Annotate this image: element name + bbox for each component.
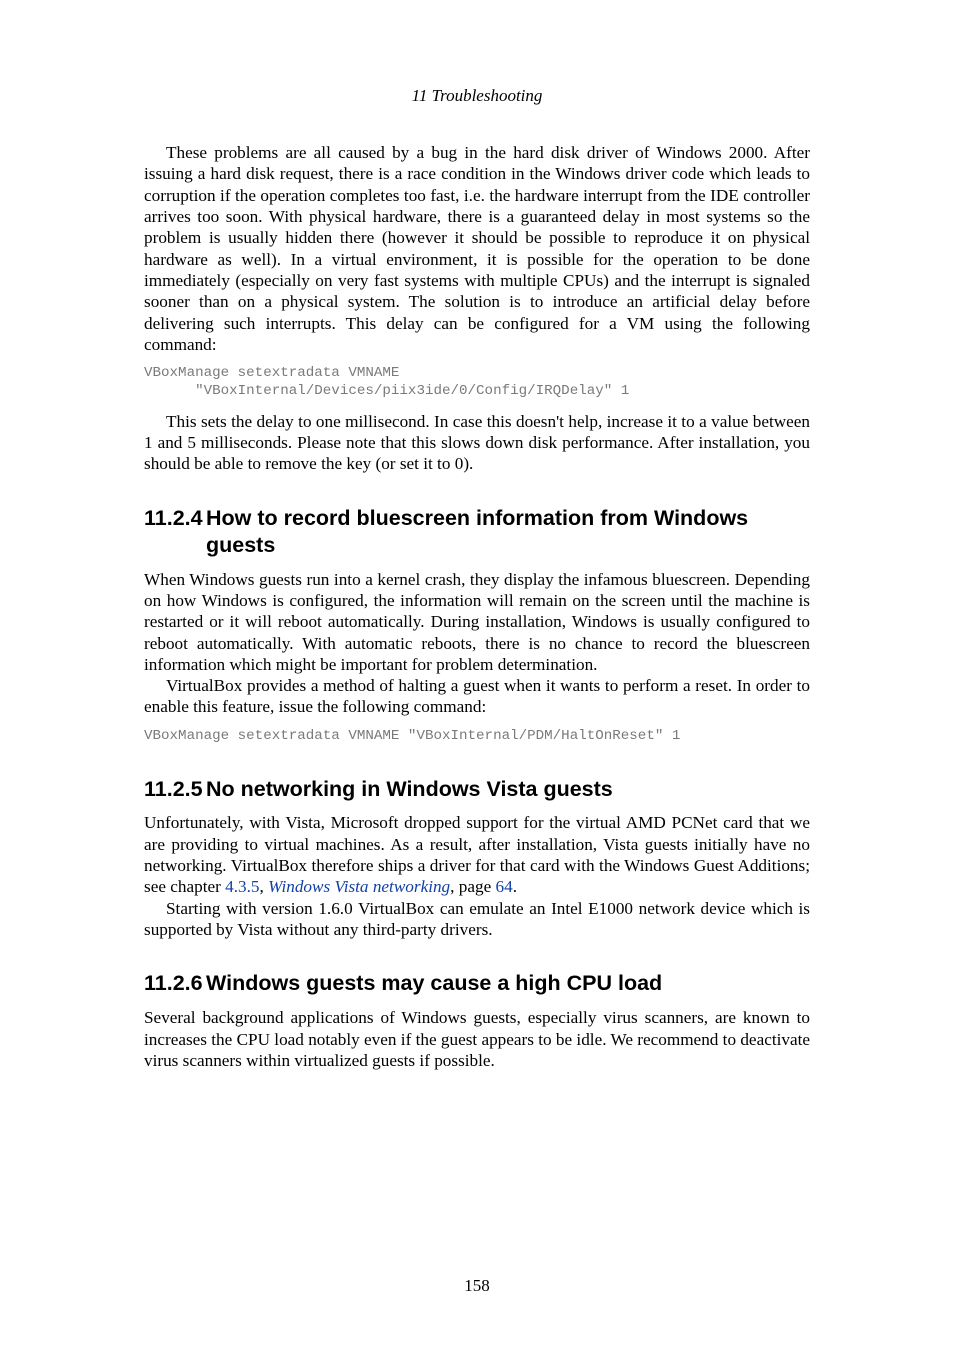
xref-link-4-3-5[interactable]: 4.3.5 — [225, 877, 259, 896]
paragraph: This sets the delay to one millisecond. … — [144, 411, 810, 475]
code-block: VBoxManage setextradata VMNAME "VBoxInte… — [144, 365, 810, 401]
heading-11-2-4: 11.2.4How to record bluescreen informati… — [144, 505, 810, 559]
paragraph: Several background applications of Windo… — [144, 1007, 810, 1071]
paragraph: When Windows guests run into a kernel cr… — [144, 569, 810, 676]
text-run: . — [513, 877, 517, 896]
paragraph: Unfortunately, with Vista, Microsoft dro… — [144, 812, 810, 897]
heading-11-2-6: 11.2.6Windows guests may cause a high CP… — [144, 970, 810, 997]
running-head: 11 Troubleshooting — [144, 86, 810, 106]
heading-title: Windows guests may cause a high CPU load — [206, 971, 662, 995]
paragraph: These problems are all caused by a bug i… — [144, 142, 810, 355]
heading-title: How to record bluescreen information fro… — [206, 506, 748, 557]
xref-link-windows-vista-networking[interactable]: Windows Vista networking — [268, 877, 450, 896]
page-number: 158 — [0, 1276, 954, 1296]
xref-link-page-64[interactable]: 64 — [496, 877, 513, 896]
heading-11-2-5: 11.2.5No networking in Windows Vista gue… — [144, 776, 810, 803]
heading-number: 11.2.5 — [144, 776, 206, 803]
text-run: , page — [450, 877, 495, 896]
paragraph: Starting with version 1.6.0 VirtualBox c… — [144, 898, 810, 941]
text-run: , — [260, 877, 269, 896]
heading-number: 11.2.6 — [144, 970, 206, 997]
paragraph: VirtualBox provides a method of halting … — [144, 675, 810, 718]
heading-title: No networking in Windows Vista guests — [206, 777, 613, 801]
code-block: VBoxManage setextradata VMNAME "VBoxInte… — [144, 728, 810, 746]
heading-number: 11.2.4 — [144, 505, 206, 532]
